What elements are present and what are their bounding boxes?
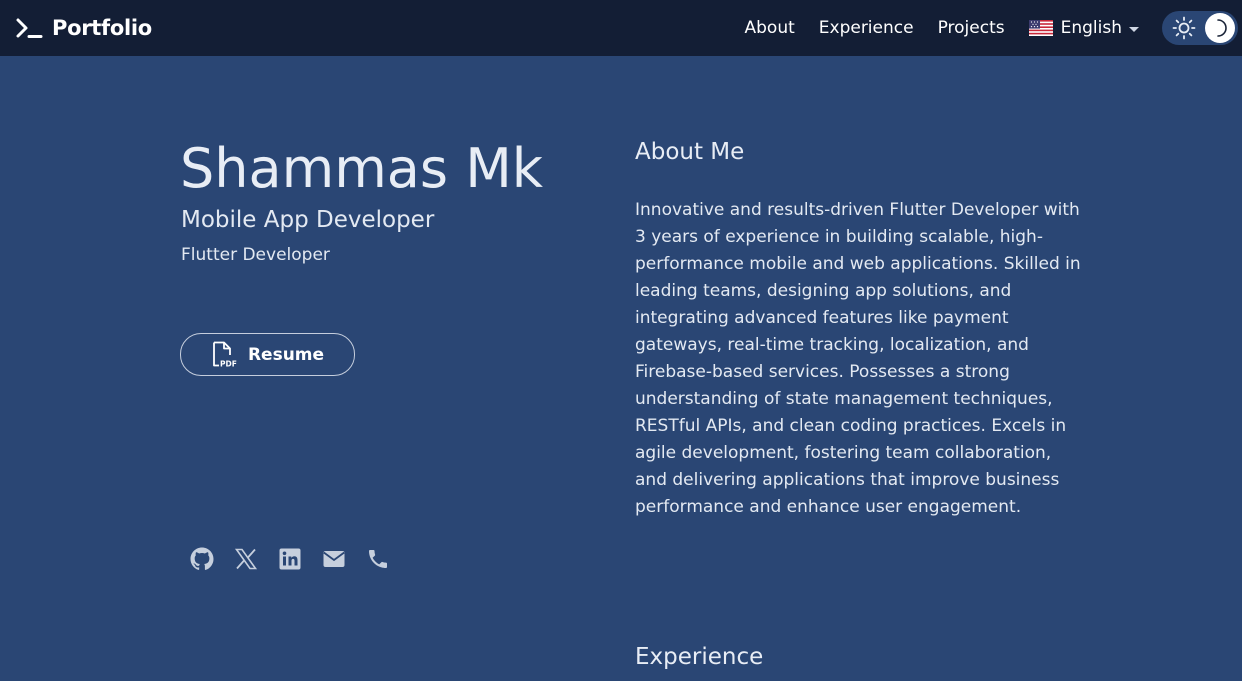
mail-icon[interactable] [322, 547, 346, 571]
github-icon[interactable] [190, 547, 214, 571]
social-links [190, 547, 390, 571]
nav-link-about[interactable]: About [745, 18, 795, 38]
hero-role: Mobile App Developer [181, 207, 435, 233]
theme-toggle[interactable] [1162, 11, 1238, 45]
experience-title: Experience [635, 644, 764, 670]
resume-button[interactable]: PDF Resume [180, 333, 355, 376]
svg-text:PDF: PDF [220, 360, 237, 369]
language-label: English [1060, 18, 1122, 38]
sun-icon [1172, 16, 1196, 40]
nav-link-projects[interactable]: Projects [938, 18, 1005, 38]
language-dropdown[interactable]: English [1028, 18, 1139, 38]
moon-icon [1217, 19, 1227, 37]
caret-down-icon [1129, 26, 1139, 32]
phone-icon[interactable] [366, 547, 390, 571]
toggle-knob [1205, 13, 1235, 43]
hero-subtitle: Flutter Developer [181, 245, 330, 265]
us-flag-icon [1028, 20, 1053, 36]
brand-label: Portfolio [52, 16, 152, 40]
nav-links: About Experience Projects English [721, 0, 1139, 56]
x-icon[interactable] [234, 547, 258, 571]
nav-link-experience[interactable]: Experience [819, 18, 914, 38]
linkedin-icon[interactable] [278, 547, 302, 571]
hero-name: Shammas Mk [180, 137, 544, 200]
about-title: About Me [635, 139, 745, 165]
terminal-icon [16, 18, 43, 38]
resume-label: Resume [247, 344, 325, 365]
about-text: Innovative and results-driven Flutter De… [635, 200, 1081, 517]
navbar: Portfolio About Experience Projects Engl… [0, 0, 1242, 56]
pdf-file-icon: PDF [213, 341, 237, 369]
brand-link[interactable]: Portfolio [15, 12, 152, 44]
